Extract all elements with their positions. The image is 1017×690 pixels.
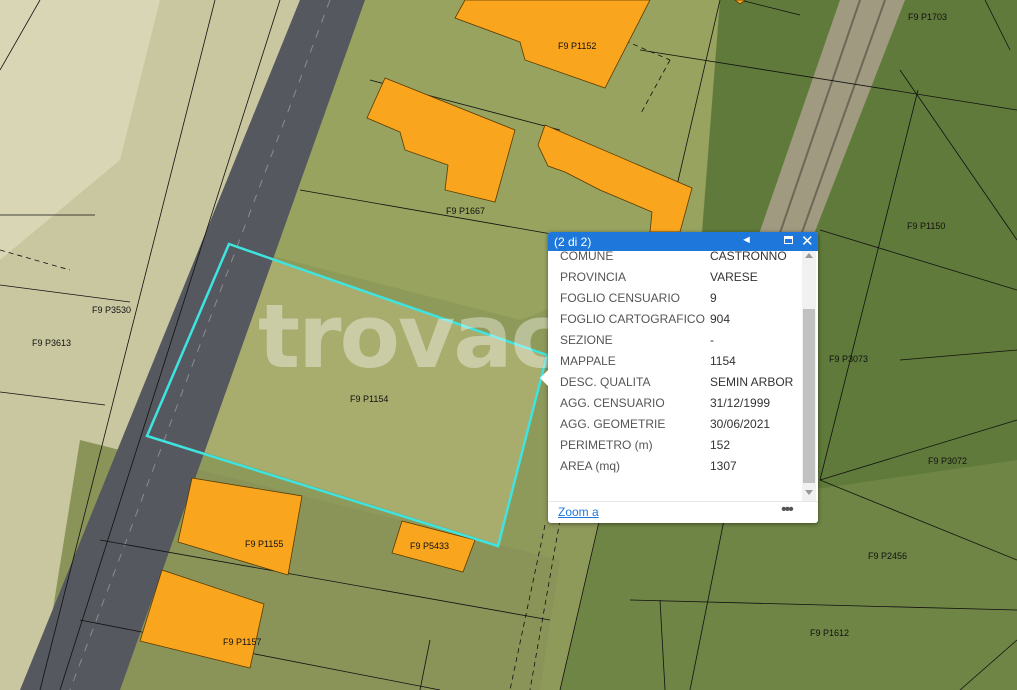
attribute-value: VARESE [710,270,758,284]
attribute-row: PERIMETRO (m) 152 [560,438,800,459]
attribute-row: FOGLIO CENSUARIO 9 [560,291,800,312]
parcel-label: F9 P3072 [928,456,967,466]
scroll-up-icon[interactable] [805,253,813,258]
parcel-label: F9 P1157 [223,637,261,647]
maximize-icon[interactable] [784,236,793,244]
parcel-label: F9 P5433 [410,541,449,551]
attribute-row: MAPPALE 1154 [560,354,800,375]
attribute-label: FOGLIO CARTOGRAFICO [560,312,705,326]
parcel-label: F9 P1155 [245,539,283,549]
attribute-value: 1154 [710,354,736,368]
attribute-row: SEZIONE - [560,333,800,354]
attribute-row: AREA (mq) 1307 [560,459,800,480]
attribute-row: AGG. CENSUARIO 31/12/1999 [560,396,800,417]
scroll-down-icon[interactable] [805,490,813,495]
previous-feature-icon[interactable]: ◄ [741,234,752,246]
attribute-value: SEMIN ARBOR [710,375,794,389]
attribute-label: PROVINCIA [560,270,627,284]
parcel-label: F9 P1612 [810,628,849,638]
zoom-to-link[interactable]: Zoom a [558,505,599,519]
attribute-label: SEZIONE [560,333,613,347]
attribute-row: AGG. GEOMETRIE 30/06/2021 [560,417,800,438]
parcel-label: F9 P3073 [829,354,868,364]
attribute-label: AGG. GEOMETRIE [560,417,666,431]
parcel-label: F9 P2456 [868,551,907,561]
attribute-label: AGG. CENSUARIO [560,396,665,410]
attribute-value: - [710,333,714,347]
attribute-label: FOGLIO CENSUARIO [560,291,681,305]
parcel-label: F9 P1667 [446,206,485,216]
attribute-value: 152 [710,438,731,452]
attribute-value: 30/06/2021 [710,417,771,431]
parcel-label: F9 P1154 [350,394,388,404]
popup-header: (2 di 2) ◄ ✕ [548,232,818,251]
popup-counter: (2 di 2) [554,235,592,249]
attribute-value: CASTRONNO [710,251,787,263]
attribute-row: PROVINCIA VARESE [560,270,800,291]
scrollbar-thumb[interactable] [803,309,815,483]
attribute-row: DESC. QUALITA SEMIN ARBOR [560,375,800,396]
more-options-icon[interactable]: ••• [781,501,794,519]
attribute-label: PERIMETRO (m) [560,438,653,452]
attribute-label: AREA (mq) [560,459,621,473]
attribute-value: 904 [710,312,731,326]
attribute-value: 31/12/1999 [710,396,771,410]
popup-scrollbar[interactable] [802,251,816,501]
attribute-label: COMUNE [560,251,614,263]
parcel-label: F9 P3613 [32,338,71,348]
attribute-label: MAPPALE [560,354,616,368]
parcel-label: F9 P3530 [92,305,131,315]
popup-attribute-list: COMUNE CASTRONNO PROVINCIA VARESE FOGLIO C… [548,251,802,501]
parcel-label: F9 P1703 [908,12,947,22]
popup-pointer [540,370,548,386]
close-icon[interactable]: ✕ [801,232,814,250]
map-canvas[interactable]: F9 P1703 F9 P1152 F9 P1667 F9 P1150 F9 P… [0,0,1017,690]
attribute-row: COMUNE CASTRONNO [560,251,800,270]
parcel-info-popup: (2 di 2) ◄ ✕ COMUNE CASTRONNO PROVINCIA VA… [540,232,818,524]
attribute-label: DESC. QUALITA [560,375,651,389]
parcel-label: F9 P1152 [558,41,596,51]
attribute-value: 9 [710,291,717,305]
popup-footer: Zoom a ••• [548,501,818,524]
attribute-value: 1307 [710,459,737,473]
parcel-label: F9 P1150 [907,221,945,231]
attribute-row: FOGLIO CARTOGRAFICO 904 [560,312,800,333]
